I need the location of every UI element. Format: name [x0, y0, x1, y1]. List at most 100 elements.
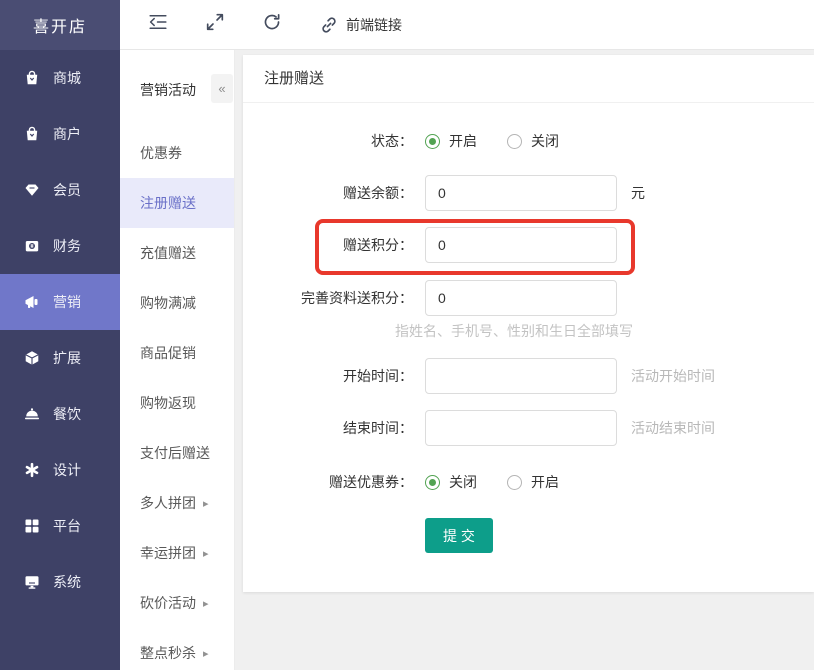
points-label: 赠送积分： [343, 237, 413, 253]
submenu-item-lucky-group[interactable]: 幸运拼团 ▸ [120, 528, 234, 578]
chevron-right-icon: ▸ [203, 647, 209, 660]
secondary-sidebar: 营销活动 « 优惠券 注册赠送 充值赠送 购物满减 商品促销 购物返现 支付后赠… [120, 50, 235, 670]
cloche-icon [24, 406, 40, 422]
sidebar-item-label: 营销 [53, 294, 81, 310]
status-radio-off[interactable]: 关闭 [507, 131, 559, 151]
radio-label: 开启 [449, 133, 477, 149]
submenu-item-label: 幸运拼团 [140, 545, 196, 561]
sidebar-item-merchant[interactable]: 商户 [0, 106, 120, 162]
sidebar-item-extension[interactable]: 扩展 [0, 330, 120, 386]
refresh-button[interactable] [262, 13, 282, 36]
balance-unit: 元 [631, 185, 645, 201]
submenu-item-shopping-discount[interactable]: 购物满减 [120, 278, 234, 328]
submenu-item-bargain[interactable]: 砍价活动 ▸ [120, 578, 234, 628]
sidebar-item-label: 设计 [53, 462, 81, 478]
frontend-link-button[interactable]: 前端链接 [319, 15, 402, 35]
coupon-radio-off[interactable]: 关闭 [425, 472, 477, 492]
radio-unchecked-icon [507, 133, 522, 149]
finance-icon [24, 238, 40, 254]
submenu-item-flash-sale[interactable]: 整点秒杀 ▸ [120, 628, 234, 670]
gem-icon [24, 182, 40, 198]
sidebar-item-platform[interactable]: 平台 [0, 498, 120, 554]
start-time-label: 开始时间： [343, 368, 413, 384]
submenu-item-label: 注册赠送 [140, 195, 196, 211]
submenu-item-label: 购物返现 [140, 395, 196, 411]
fullscreen-icon [206, 13, 224, 36]
fullscreen-button[interactable] [205, 13, 225, 36]
submenu-item-product-promotion[interactable]: 商品促销 [120, 328, 234, 378]
refresh-icon [263, 13, 281, 36]
coupon-radio-group: 关闭 开启 [425, 472, 559, 492]
submenu-item-label: 多人拼团 [140, 495, 196, 511]
submenu-item-coupon[interactable]: 优惠券 [120, 128, 234, 178]
form-row-points: 赠送积分： [243, 227, 814, 263]
submenu-item-recharge-gift[interactable]: 充值赠送 [120, 228, 234, 278]
sidebar-item-label: 扩展 [53, 350, 81, 366]
end-time-input[interactable] [425, 410, 617, 446]
sidebar-item-label: 餐饮 [53, 406, 81, 422]
radio-unchecked-icon [507, 474, 522, 490]
sidebar-item-label: 财务 [53, 238, 81, 254]
submenu-item-label: 整点秒杀 [140, 645, 196, 661]
primary-sidebar: 喜开店 商城 商户 会员 财务 营销 扩展 餐饮 设计 平台 系统 [0, 0, 120, 670]
sidebar-item-label: 商户 [53, 126, 81, 142]
coupon-label: 赠送优惠券： [329, 474, 413, 490]
design-icon [24, 462, 40, 478]
balance-input[interactable] [425, 175, 617, 211]
radio-label: 开启 [531, 474, 559, 490]
merchant-bag-icon [24, 126, 40, 142]
coupon-radio-on[interactable]: 开启 [507, 472, 559, 492]
frontend-link-label: 前端链接 [346, 16, 402, 33]
submenu-item-register-gift[interactable]: 注册赠送 [120, 178, 234, 228]
grid-icon [24, 518, 40, 534]
form-row-coupon: 赠送优惠券： 关闭 开启 [243, 470, 814, 494]
submenu-item-pay-gift[interactable]: 支付后赠送 [120, 428, 234, 478]
form-row-submit: 提 交 [243, 518, 814, 553]
content-panel: 注册赠送 状态： 开启 关闭 赠送余额： 元 赠送积分： [243, 55, 814, 592]
radio-checked-icon [425, 133, 440, 149]
submenu-collapse-button[interactable]: « [211, 74, 233, 103]
form-row-end-time: 结束时间： 活动结束时间 [243, 410, 814, 446]
profile-points-input[interactable] [425, 280, 617, 316]
sidebar-item-label: 平台 [53, 518, 81, 534]
submenu-item-label: 支付后赠送 [140, 445, 210, 461]
submenu-header: 营销活动 « [120, 50, 234, 128]
sidebar-item-design[interactable]: 设计 [0, 442, 120, 498]
status-radio-on[interactable]: 开启 [425, 131, 477, 151]
chevron-right-icon: ▸ [203, 497, 209, 510]
app-logo: 喜开店 [0, 0, 120, 50]
sidebar-item-mall[interactable]: 商城 [0, 50, 120, 106]
submenu-item-group-buy[interactable]: 多人拼团 ▸ [120, 478, 234, 528]
start-time-input[interactable] [425, 358, 617, 394]
app-window: 喜开店 商城 商户 会员 财务 营销 扩展 餐饮 设计 平台 系统 前端链接 营… [0, 0, 814, 670]
sidebar-item-label: 商城 [53, 70, 81, 86]
sidebar-item-finance[interactable]: 财务 [0, 218, 120, 274]
submenu-title: 营销活动 [140, 82, 196, 98]
megaphone-icon [24, 294, 40, 310]
sidebar-item-catering[interactable]: 餐饮 [0, 386, 120, 442]
status-label: 状态： [371, 133, 413, 149]
topbar: 前端链接 [120, 0, 814, 50]
end-time-hint: 活动结束时间 [631, 420, 715, 436]
submenu-item-label: 充值赠送 [140, 245, 196, 261]
end-time-label: 结束时间： [343, 420, 413, 436]
submit-button[interactable]: 提 交 [425, 518, 493, 553]
link-icon [319, 15, 339, 35]
sidebar-item-system[interactable]: 系统 [0, 554, 120, 610]
radio-label: 关闭 [449, 474, 477, 490]
page-title: 注册赠送 [243, 55, 814, 103]
points-input[interactable] [425, 227, 617, 263]
submenu-item-cashback[interactable]: 购物返现 [120, 378, 234, 428]
sidebar-item-label: 系统 [53, 574, 81, 590]
profile-points-label: 完善资料送积分： [301, 290, 413, 306]
status-radio-group: 开启 关闭 [425, 131, 559, 151]
collapse-sidebar-button[interactable] [148, 15, 168, 35]
form-row-start-time: 开始时间： 活动开始时间 [243, 358, 814, 394]
cube-icon [24, 350, 40, 366]
radio-label: 关闭 [531, 133, 559, 149]
submenu-item-label: 优惠券 [140, 145, 182, 161]
sidebar-item-marketing[interactable]: 营销 [0, 274, 120, 330]
sidebar-item-member[interactable]: 会员 [0, 162, 120, 218]
form-row-balance: 赠送余额： 元 [243, 175, 814, 211]
monitor-icon [24, 574, 40, 590]
